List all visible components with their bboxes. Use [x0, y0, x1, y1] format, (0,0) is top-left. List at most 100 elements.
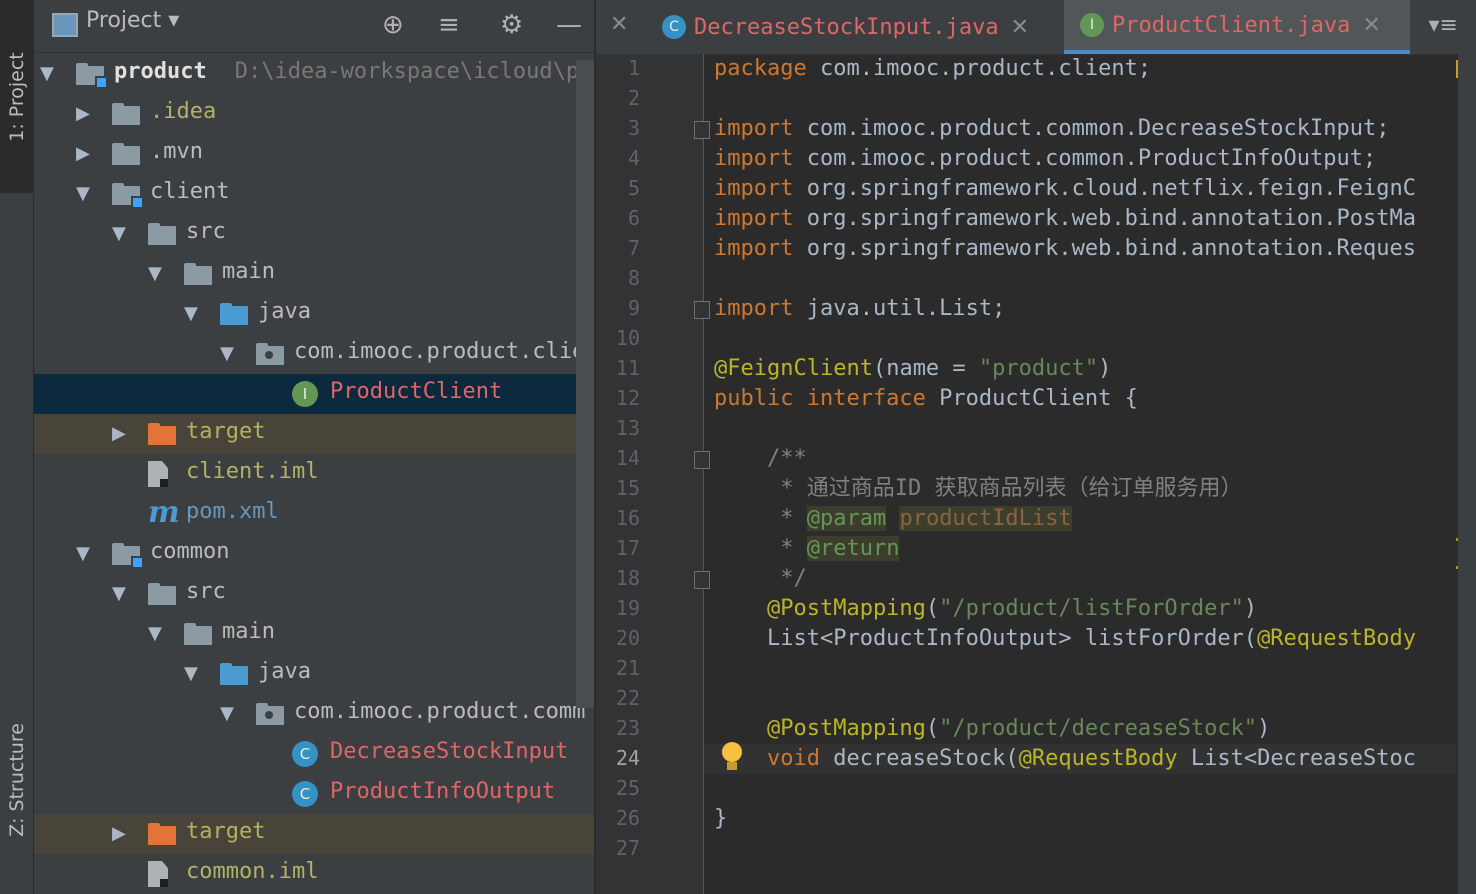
collapse-arrow-icon[interactable]: ▼	[148, 623, 162, 644]
code-token: @RequestBody	[1257, 626, 1417, 651]
class-icon: C	[292, 781, 318, 807]
tree-item[interactable]: ▼ java	[34, 654, 594, 694]
tab-decrease-stock-input[interactable]: C DecreaseStockInput.java ✕	[662, 0, 1060, 54]
code-line: * 通过商品ID 获取商品列表（给订单服务用）	[714, 474, 1242, 504]
tree-item[interactable]: I ProductClient	[34, 374, 594, 414]
tree-item[interactable]: ▶ .idea	[34, 94, 594, 134]
code-line: @FeignClient(name = "product")	[714, 354, 1111, 384]
collapse-arrow-icon[interactable]: ▼	[220, 343, 234, 364]
structure-tool-tab[interactable]: Z: Structure	[0, 690, 33, 870]
tree-item-name: common	[150, 539, 230, 564]
line-number-gutter: 1 2 3 4 5 6 7 8 9 10 11 12 13 14 15 16 17 18 19 20 21 22 23 24 2…	[596, 54, 710, 894]
tree-item-label: java	[258, 659, 311, 684]
tree-item[interactable]: ▶ target	[34, 814, 594, 854]
collapse-arrow-icon[interactable]: ▼	[184, 303, 198, 324]
right-tool-strip	[1458, 0, 1476, 894]
folder-icon	[220, 303, 248, 325]
collapse-arrow-icon[interactable]: ▼	[220, 703, 234, 724]
tab-overflow-menu-icon[interactable]: ▾≡	[1429, 13, 1458, 38]
code-token: @param	[806, 506, 887, 531]
folder-icon	[148, 223, 176, 245]
tree-item[interactable]: ▼ com.imooc.product.comm	[34, 694, 594, 734]
tree-item[interactable]: ▼ main	[34, 254, 594, 294]
collapse-arrow-icon[interactable]: ▼	[40, 63, 54, 84]
line-number: 15	[615, 476, 640, 500]
tree-item-label: main	[222, 619, 275, 644]
line-number: 19	[615, 596, 640, 620]
code-line: import com.imooc.product.common.Decrease…	[714, 114, 1390, 144]
tree-item-name: java	[258, 659, 311, 684]
expand-arrow-icon[interactable]: ▶	[76, 143, 90, 164]
tree-item-path: D:\idea-workspace\icloud\p	[234, 59, 580, 84]
code-token: com.imooc.product.common.ProductInfoOutp…	[793, 146, 1377, 171]
package-icon	[256, 343, 284, 365]
line-number: 11	[615, 356, 640, 380]
tree-item[interactable]: ▼ src	[34, 214, 594, 254]
code-token: java.util.List;	[793, 296, 1006, 321]
package-icon	[256, 703, 284, 725]
code-line: List<ProductInfoOutput> listForOrder(@Re…	[714, 624, 1416, 654]
intention-bulb-icon[interactable]	[722, 742, 742, 772]
tree-item-label: .mvn	[150, 139, 203, 164]
prev-tab-close-icon[interactable]: ✕	[610, 12, 628, 37]
code-area[interactable]: package com.imooc.product.client; import …	[704, 54, 1456, 894]
tree-item-name: ProductClient	[330, 379, 503, 404]
tree-item[interactable]: ▶ .mvn	[34, 134, 594, 174]
folder-icon	[112, 103, 140, 125]
close-tab-icon[interactable]: ✕	[1362, 13, 1380, 38]
code-token: decreaseStock(	[819, 746, 1019, 771]
line-number: 14	[615, 446, 640, 470]
project-tool-tab[interactable]: 1: Project	[0, 0, 33, 193]
folder-icon	[184, 623, 212, 645]
hide-icon[interactable]: —	[556, 10, 582, 40]
line-number: 2	[627, 86, 640, 110]
iml-file-icon	[148, 461, 168, 487]
close-tab-icon[interactable]: ✕	[1011, 15, 1029, 40]
code-line: import org.springframework.cloud.netflix…	[714, 174, 1416, 204]
collapse-arrow-icon[interactable]: ▼	[112, 223, 126, 244]
structure-tool-tab-label: Z: Structure	[5, 723, 28, 837]
project-view-selector[interactable]: Project ▾	[86, 8, 179, 33]
expand-arrow-icon[interactable]: ▶	[112, 423, 126, 444]
maven-icon: m	[148, 495, 180, 530]
code-line: @PostMapping("/product/listForOrder")	[714, 594, 1257, 624]
collapse-arrow-icon[interactable]: ▼	[148, 263, 162, 284]
tree-item[interactable]: m pom.xml	[34, 494, 594, 534]
collapse-arrow-icon[interactable]: ▼	[76, 543, 90, 564]
tree-item[interactable]: ▼ java	[34, 294, 594, 334]
project-view-icon	[52, 13, 78, 37]
tree-item-name: DecreaseStockInput	[330, 739, 569, 764]
tab-product-client[interactable]: I ProductClient.java ✕	[1064, 0, 1410, 54]
project-tree-scrollbar[interactable]	[576, 60, 594, 708]
expand-arrow-icon[interactable]: ▶	[112, 823, 126, 844]
line-number: 12	[615, 386, 640, 410]
locate-icon[interactable]: ⊕	[382, 10, 404, 40]
code-token: org.springframework.cloud.netflix.feign.…	[793, 176, 1417, 201]
collapse-all-icon[interactable]: ≡	[438, 10, 460, 40]
tree-item[interactable]: client.iml	[34, 454, 594, 494]
iml-file-icon	[148, 861, 168, 887]
collapse-arrow-icon[interactable]: ▼	[184, 663, 198, 684]
tree-item[interactable]: common.iml	[34, 854, 594, 894]
tree-item[interactable]: ▼ client	[34, 174, 594, 214]
expand-arrow-icon[interactable]: ▶	[76, 103, 90, 124]
tree-item-name: product	[114, 59, 207, 84]
tree-item[interactable]: ▼ product D:\idea-workspace\icloud\p	[34, 54, 594, 94]
tree-item[interactable]: ▼ common	[34, 534, 594, 574]
tree-item[interactable]: ▼ com.imooc.product.clie	[34, 334, 594, 374]
collapse-arrow-icon[interactable]: ▼	[112, 583, 126, 604]
collapse-arrow-icon[interactable]: ▼	[76, 183, 90, 204]
tree-item[interactable]: C DecreaseStockInput	[34, 734, 594, 774]
settings-gear-icon[interactable]: ⚙	[500, 10, 523, 40]
line-number: 9	[627, 296, 640, 320]
tree-item[interactable]: ▼ main	[34, 614, 594, 654]
tree-item[interactable]: ▶ target	[34, 414, 594, 454]
tree-item-name: ProductInfoOutput	[330, 779, 556, 804]
tree-item-label: ProductClient	[330, 379, 502, 404]
line-number: 8	[627, 266, 640, 290]
line-number: 18	[615, 566, 640, 590]
tree-item[interactable]: C ProductInfoOutput	[34, 774, 594, 814]
tree-item[interactable]: ▼ src	[34, 574, 594, 614]
tree-item-name: pom.xml	[186, 499, 279, 524]
